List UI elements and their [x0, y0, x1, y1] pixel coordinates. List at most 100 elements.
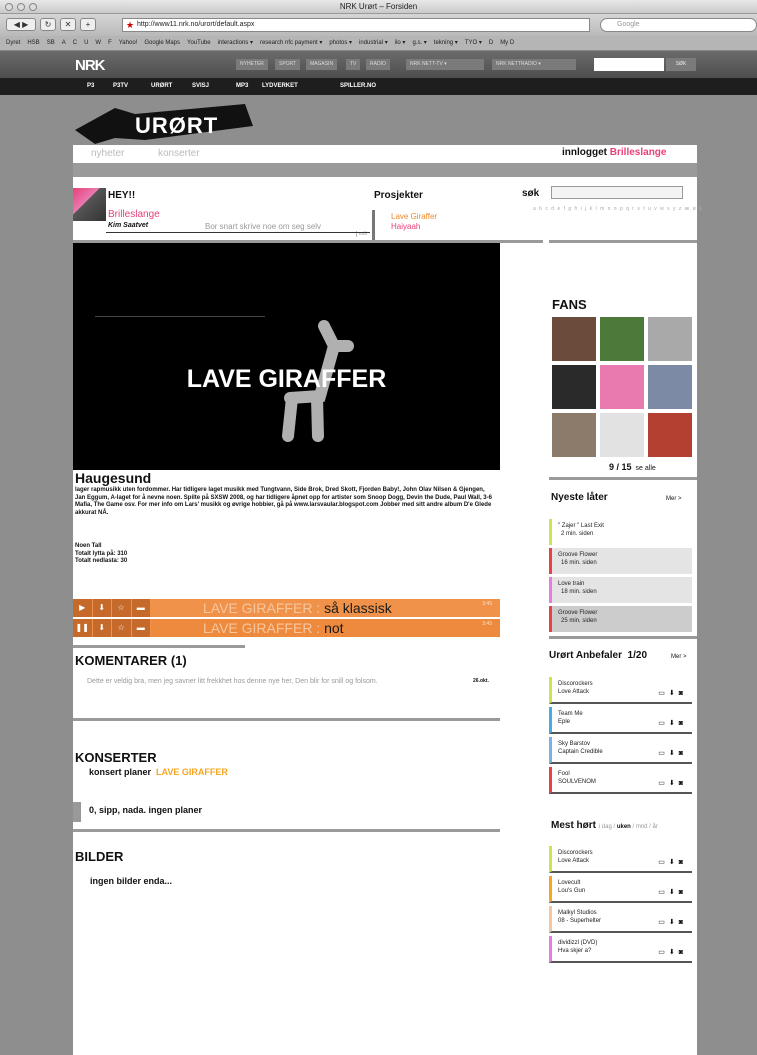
- comment-icon[interactable]: ▬: [132, 599, 151, 617]
- nrk-logo[interactable]: NRK: [75, 57, 105, 74]
- download-icon[interactable]: ⬇: [669, 889, 679, 896]
- fan-avatar[interactable]: [600, 413, 644, 457]
- nrk-nett-tv-dropdown[interactable]: NRK NETT-TV ▾: [406, 59, 484, 70]
- nav-svisj[interactable]: SVISJ: [192, 81, 209, 92]
- nav-spiller[interactable]: SPILLER.NO: [340, 81, 376, 92]
- download-icon[interactable]: ⬇: [669, 949, 679, 956]
- download-icon[interactable]: ⬇: [93, 599, 112, 617]
- bookmark-item[interactable]: tekning ▾: [434, 40, 458, 46]
- project-link-haiyaah[interactable]: Haiyaah: [391, 222, 420, 231]
- fan-avatar[interactable]: [648, 365, 692, 409]
- anbefaler-item[interactable]: Discorockers Love Attack ▭⬇◙: [549, 677, 692, 704]
- bookmark-item[interactable]: HSB: [27, 40, 39, 46]
- nrk-magasin-button[interactable]: MAGASIN: [306, 59, 338, 70]
- reload-icon[interactable]: ↻: [40, 18, 56, 31]
- comment-icon[interactable]: ◙: [679, 690, 687, 697]
- avatar[interactable]: [73, 188, 106, 221]
- anbefaler-more-link[interactable]: Mer >: [671, 654, 687, 660]
- url-field[interactable]: ★ http://www11.nrk.no/urort/default.aspx: [122, 18, 590, 32]
- project-link-lave-giraffer[interactable]: Lave Giraffer: [391, 212, 437, 221]
- fan-avatar[interactable]: [552, 413, 596, 457]
- nrk-tv-button[interactable]: TV: [346, 59, 361, 70]
- comment-icon[interactable]: ◙: [679, 720, 687, 727]
- fan-avatar[interactable]: [648, 317, 692, 361]
- comment-icon[interactable]: ◙: [679, 889, 687, 896]
- nyeste-more-link[interactable]: Mer >: [666, 496, 682, 502]
- star-icon[interactable]: ☆: [112, 599, 132, 617]
- tab-nyheter[interactable]: nyheter: [91, 148, 124, 159]
- period-uken[interactable]: uken: [617, 824, 631, 830]
- bookmark-item[interactable]: TYO ▾: [465, 40, 482, 46]
- play-icon[interactable]: ▭: [658, 690, 669, 697]
- nyeste-item[interactable]: " Zajer " Last Exit 2 min. siden: [549, 519, 692, 545]
- nrk-nettradio-dropdown[interactable]: NRK NETTRADIO ▾: [492, 59, 576, 70]
- profile-username[interactable]: Brilleslange: [108, 209, 160, 220]
- new-tab-icon[interactable]: +: [80, 18, 96, 31]
- mesthort-item[interactable]: dividizzl (DVD) Hva skjer a? ▭⬇◙: [549, 936, 692, 963]
- back-forward-button[interactable]: ◀ ▶: [6, 18, 36, 31]
- nrk-search-input[interactable]: [594, 58, 664, 71]
- nyeste-item[interactable]: Groove Flower 16 min. siden: [549, 548, 692, 574]
- bookmark-item[interactable]: research nfc payment ▾: [260, 40, 322, 46]
- browser-search-input[interactable]: Google: [600, 18, 757, 32]
- mesthort-item[interactable]: Malkyl Studios 08 - Superhelter ▭⬇◙: [549, 906, 692, 933]
- download-icon[interactable]: ⬇: [669, 919, 679, 926]
- comment-icon[interactable]: ◙: [679, 780, 687, 787]
- bookmark-item[interactable]: interactions ▾: [218, 40, 253, 46]
- bookmark-item[interactable]: A: [62, 40, 66, 46]
- play-icon[interactable]: ▭: [658, 889, 669, 896]
- bookmark-item[interactable]: D: [489, 40, 493, 46]
- search-input[interactable]: [551, 186, 683, 199]
- bookmark-item[interactable]: C: [73, 40, 77, 46]
- download-icon[interactable]: ⬇: [669, 690, 679, 697]
- period-mnd[interactable]: mnd: [636, 824, 648, 830]
- nrk-sport-button[interactable]: SPORT: [275, 59, 301, 70]
- urort-logo[interactable]: URØRT: [75, 100, 255, 146]
- comment-icon[interactable]: ▬: [132, 619, 151, 637]
- konsert-project-link[interactable]: LAVE GIRAFFER: [156, 767, 228, 777]
- bookmark-item[interactable]: g.s. ▾: [412, 40, 426, 46]
- nav-p3tv[interactable]: P3TV: [113, 81, 128, 92]
- play-icon[interactable]: ▭: [658, 780, 669, 787]
- period-ar[interactable]: år: [653, 824, 658, 830]
- nav-lydverket[interactable]: LYDVERKET: [262, 81, 298, 92]
- play-icon[interactable]: ▭: [658, 750, 669, 757]
- bookmark-item[interactable]: SB: [47, 40, 55, 46]
- bookmark-item[interactable]: photos ▾: [329, 40, 352, 46]
- bookmark-item[interactable]: ilo ▾: [395, 40, 406, 46]
- nrk-nyheter-button[interactable]: NYHETER: [236, 59, 268, 70]
- nyeste-item[interactable]: Love train 18 min. siden: [549, 577, 692, 603]
- download-icon[interactable]: ⬇: [93, 619, 112, 637]
- login-user-link[interactable]: Brilleslange: [610, 147, 667, 158]
- bookmark-item[interactable]: Google Maps: [144, 40, 180, 46]
- anbefaler-item[interactable]: Sky Barstov Captain Credible ▭⬇◙: [549, 737, 692, 764]
- play-icon[interactable]: ▶: [73, 599, 93, 617]
- bookmark-item[interactable]: Dyret: [6, 40, 20, 46]
- anbefaler-item[interactable]: Fool SOULVENOM ▭⬇◙: [549, 767, 692, 794]
- bookmark-item[interactable]: industrial ▾: [359, 40, 388, 46]
- download-icon[interactable]: ⬇: [669, 750, 679, 757]
- fan-avatar[interactable]: [552, 365, 596, 409]
- play-icon[interactable]: ▭: [658, 919, 669, 926]
- track-row[interactable]: ▶ ⬇ ☆ ▬ LAVE GIRAFFER : så klassisk 3:45: [73, 599, 500, 617]
- download-icon[interactable]: ⬇: [669, 720, 679, 727]
- nrk-radio-button[interactable]: RADIO: [366, 59, 390, 70]
- download-icon[interactable]: ⬇: [669, 859, 679, 866]
- nav-mp3[interactable]: MP3: [236, 81, 248, 92]
- bookmark-item[interactable]: F: [108, 40, 112, 46]
- bookmark-item[interactable]: YouTube: [187, 40, 211, 46]
- nav-urort[interactable]: URØRT: [151, 81, 172, 92]
- comment-icon[interactable]: ◙: [679, 949, 687, 956]
- stop-icon[interactable]: ✕: [60, 18, 76, 31]
- bookmark-star-icon[interactable]: ★: [126, 19, 134, 31]
- pause-icon[interactable]: ❚❚: [73, 619, 93, 637]
- bookmark-item[interactable]: W: [95, 40, 101, 46]
- comment-icon[interactable]: ◙: [679, 859, 687, 866]
- nrk-search-button[interactable]: SØK: [666, 58, 696, 71]
- bookmark-item[interactable]: My D: [500, 40, 514, 46]
- star-icon[interactable]: ☆: [112, 619, 132, 637]
- comment-icon[interactable]: ◙: [679, 919, 687, 926]
- fan-avatar[interactable]: [648, 413, 692, 457]
- anbefaler-item[interactable]: Team Me Eple ▭⬇◙: [549, 707, 692, 734]
- mesthort-item[interactable]: Lovecult Lou's Gun ▭⬇◙: [549, 876, 692, 903]
